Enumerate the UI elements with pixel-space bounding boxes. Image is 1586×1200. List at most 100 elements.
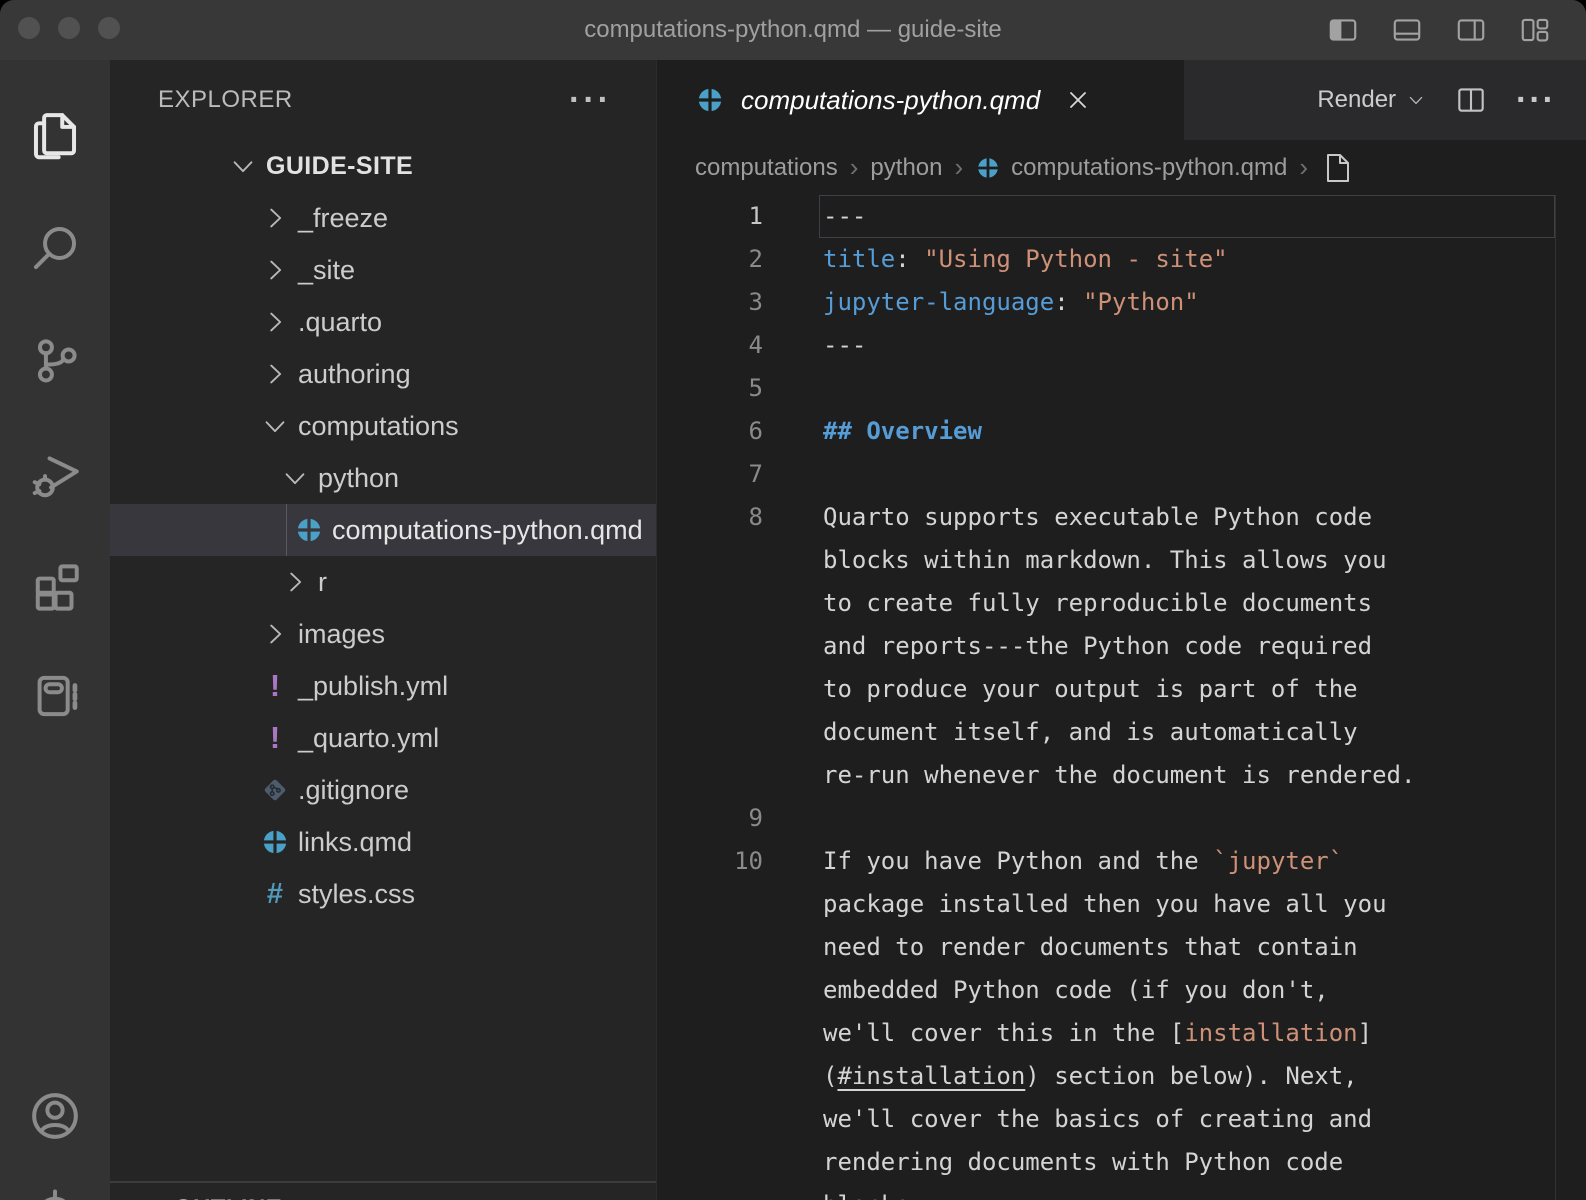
tree-item-styles-css[interactable]: #styles.css — [110, 868, 656, 920]
code-line-wrap: document itself, and is automatically — [657, 711, 1586, 754]
activitybar-item-extensions[interactable] — [0, 528, 110, 640]
activitybar-item-account[interactable] — [0, 1068, 110, 1164]
tree-item-authoring[interactable]: authoring — [110, 348, 656, 400]
tree-item--freeze[interactable]: _freeze — [110, 192, 656, 244]
extensions-icon — [26, 555, 84, 613]
breadcrumb-separator: › — [850, 152, 859, 183]
code-line-3: 3jupyter-language: "Python" — [657, 281, 1586, 324]
tree-item--quarto[interactable]: .quarto — [110, 296, 656, 348]
line-number — [657, 1055, 763, 1098]
breadcrumb-label: computations-python.qmd — [1011, 154, 1287, 182]
breadcrumb-item-python[interactable]: python — [870, 154, 942, 182]
chev-right-icon — [260, 255, 290, 285]
code-text: embedded Python code (if you don't, — [823, 969, 1329, 1012]
code-text: title: "Using Python - site" — [823, 238, 1228, 281]
code-text: rendering documents with Python code — [823, 1141, 1343, 1184]
tree-item--gitignore[interactable]: .gitignore — [110, 764, 656, 816]
tree-item-images[interactable]: images — [110, 608, 656, 660]
close-tab-icon[interactable] — [1064, 86, 1092, 114]
tree-item-label: links.qmd — [298, 827, 412, 858]
code-line-4: 4--- — [657, 324, 1586, 367]
breadcrumb-label: python — [870, 154, 942, 182]
editor-group: computations-python.qmd Render ··· compu… — [656, 60, 1586, 1200]
breadcrumb-item-computations[interactable]: computations — [695, 154, 838, 182]
render-button[interactable]: Render — [1317, 86, 1426, 114]
quarto-icon — [975, 155, 1001, 181]
minimize-window-button[interactable] — [58, 17, 80, 39]
chev-right-icon — [260, 203, 290, 233]
activitybar-item-run-and-debug[interactable] — [0, 416, 110, 528]
tab-computations-python[interactable]: computations-python.qmd — [657, 60, 1184, 140]
tree-item-label: _quarto.yml — [298, 723, 439, 754]
explorer-more-actions-button[interactable]: ··· — [569, 90, 612, 110]
tree-item-label: _publish.yml — [298, 671, 448, 702]
code-line-wrap: blocks within markdown. This allows you — [657, 539, 1586, 582]
file-icon — [1320, 151, 1360, 185]
breadcrumb-item-computations-python-qmd[interactable]: computations-python.qmd — [975, 154, 1287, 182]
vscode-window: computations-python.qmd — guide-site EXP… — [0, 0, 1586, 1200]
layout-panel-bottom-icon[interactable] — [1390, 13, 1424, 47]
code-line-10: 10If you have Python and the `jupyter` — [657, 840, 1586, 883]
tree-item-label: _site — [298, 255, 355, 286]
code-text: blocks. — [823, 1184, 924, 1200]
tree-item-computations-python-qmd[interactable]: computations-python.qmd — [110, 504, 656, 556]
tree-item-r[interactable]: r — [110, 556, 656, 608]
zoom-window-button[interactable] — [98, 17, 120, 39]
activitybar-item-explorer[interactable] — [0, 80, 110, 192]
code-text: we'll cover this in the [installation] — [823, 1012, 1372, 1055]
chev-down-icon — [228, 151, 258, 181]
layout-sidebar-right-icon[interactable] — [1454, 13, 1488, 47]
notebook-icon — [26, 667, 84, 725]
explorer-sidebar: EXPLORER ··· GUIDE-SITE_freeze_site.quar… — [110, 60, 656, 1200]
breadcrumb-item-file[interactable] — [1320, 151, 1360, 185]
code-line-wrap: rendering documents with Python code — [657, 1141, 1586, 1184]
activitybar-item-source-control[interactable] — [0, 304, 110, 416]
line-number — [657, 582, 763, 625]
tree-item-guide-site[interactable]: GUIDE-SITE — [110, 140, 656, 192]
titlebar: computations-python.qmd — guide-site — [0, 0, 1586, 60]
code-text: Quarto supports executable Python code — [823, 496, 1372, 539]
chevron-right-icon — [132, 1195, 160, 1200]
close-window-button[interactable] — [18, 17, 40, 39]
code-line-wrap: embedded Python code (if you don't, — [657, 969, 1586, 1012]
outline-label: OUTLINE — [174, 1195, 282, 1200]
code-line-7: 7 — [657, 453, 1586, 496]
quarto-icon — [260, 827, 290, 857]
gear-icon[interactable] — [26, 1186, 84, 1200]
files-icon — [26, 107, 84, 165]
line-number — [657, 668, 763, 711]
tree-item-links-qmd[interactable]: links.qmd — [110, 816, 656, 868]
yaml-icon: ! — [260, 723, 290, 753]
code-line-6: 6## Overview — [657, 410, 1586, 453]
chev-right-icon — [280, 567, 310, 597]
more-actions-button[interactable]: ··· — [1516, 90, 1556, 110]
tree-item--quarto-yml[interactable]: ! _quarto.yml — [110, 712, 656, 764]
debug-icon — [26, 443, 84, 501]
tree-item--site[interactable]: _site — [110, 244, 656, 296]
layout-customize-icon[interactable] — [1518, 13, 1552, 47]
outline-section-header[interactable]: OUTLINE — [110, 1181, 656, 1200]
line-number: 10 — [657, 840, 763, 883]
tree-item-python[interactable]: python — [110, 452, 656, 504]
code-text: to produce your output is part of the — [823, 668, 1358, 711]
layout-sidebar-left-icon[interactable] — [1326, 13, 1360, 47]
activitybar-item-search[interactable] — [0, 192, 110, 304]
line-number: 3 — [657, 281, 763, 324]
code-text: and reports---the Python code required — [823, 625, 1372, 668]
tree-item-label: computations-python.qmd — [332, 515, 643, 546]
tab-bar: computations-python.qmd Render ··· — [657, 60, 1586, 140]
traffic-lights — [18, 17, 120, 39]
code-line-wrap: to produce your output is part of the — [657, 668, 1586, 711]
line-number — [657, 711, 763, 754]
code-text: (#installation) section below). Next, — [823, 1055, 1358, 1098]
chev-right-icon — [260, 307, 290, 337]
line-number — [657, 1098, 763, 1141]
code-editor[interactable]: 1---2title: "Using Python - site"3jupyte… — [657, 195, 1586, 1200]
tree-item--publish-yml[interactable]: !_publish.yml — [110, 660, 656, 712]
split-editor-button[interactable] — [1454, 83, 1488, 117]
line-number: 4 — [657, 324, 763, 367]
code-line-2: 2title: "Using Python - site" — [657, 238, 1586, 281]
code-text: we'll cover the basics of creating and — [823, 1098, 1372, 1141]
activitybar-item-notebook[interactable] — [0, 640, 110, 752]
tree-item-computations[interactable]: computations — [110, 400, 656, 452]
